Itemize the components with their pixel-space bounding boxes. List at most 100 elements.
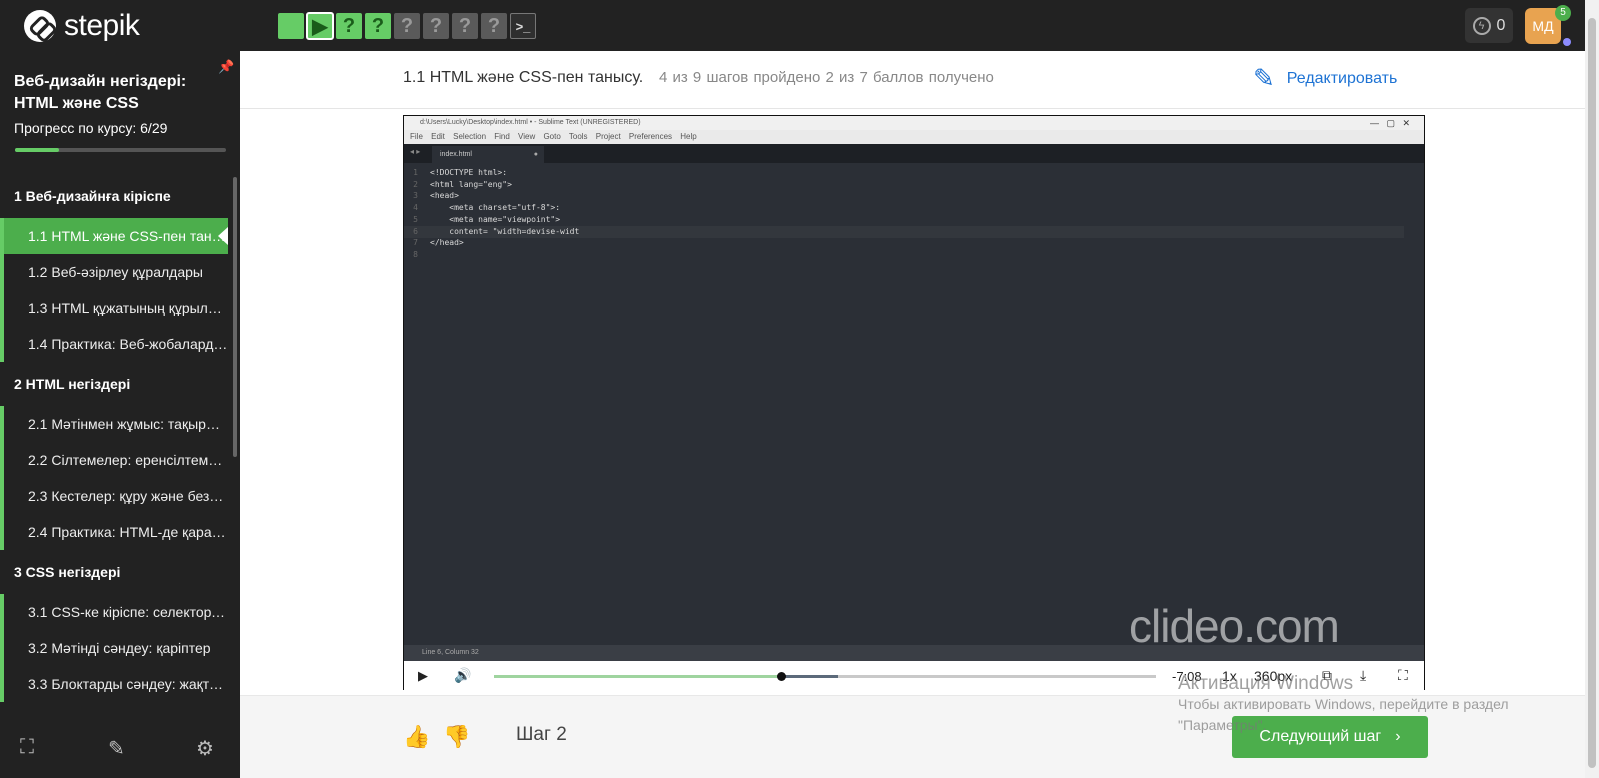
video-watermark: clideo.com [1129, 600, 1340, 652]
code-line: 4 <meta charset="utf-8">: [404, 202, 1404, 214]
toc-item[interactable]: 3.3 Блоктарды сәндеу: жақтаулар [0, 666, 228, 702]
code-line-number: 8 [413, 249, 418, 259]
video-editor-menubar: File Edit Selection Find View Goto Tools… [404, 130, 1424, 144]
stepik-logo-icon [24, 10, 56, 42]
code-line: 6 content= "width=devise-widt [404, 225, 1404, 238]
step-7-quiz[interactable]: ? [452, 13, 478, 39]
code-line-number: 3 [413, 191, 418, 201]
toc-item[interactable]: 3.2 Мәтінді сәндеу: қаріптер [0, 630, 228, 666]
code-line-text: <html lang="eng"> [430, 179, 512, 189]
volume-icon[interactable]: 🔊 [454, 667, 471, 684]
sidebar-toolbar: ⛶ ✎ ⚙ [0, 716, 240, 778]
lesson-header: 1.1 HTML және CSS-пен танысу. 4 из 9 шаг… [240, 51, 1585, 109]
tab-arrows-icon: ◂ ▸ [410, 147, 421, 156]
like-icon[interactable]: 👍 [403, 724, 430, 750]
code-line-number: 6 [413, 226, 418, 236]
toc-item[interactable]: 2.1 Мәтінмен жұмыс: тақырыптар [0, 406, 228, 442]
page-scrollbar-thumb[interactable] [1588, 18, 1596, 768]
code-line-number: 4 [413, 203, 418, 213]
code-line-number: 5 [413, 214, 418, 224]
video-editor-titlebar: d:\Users\Lucky\Desktop\index.html • - Su… [404, 116, 1424, 130]
video-editor-title: d:\Users\Lucky\Desktop\index.html • - Su… [420, 119, 641, 126]
course-sidebar: Веб-дизайн негіздері: HTML және CSS 📌 Пр… [0, 51, 240, 778]
code-line: 5 <meta name="viewpoint"> [404, 214, 1404, 226]
pin-icon[interactable]: 📌 [218, 59, 234, 75]
pencil-icon[interactable]: ✎ [108, 736, 125, 761]
toc-item[interactable]: 1.1 HTML және CSS-пен танысу [0, 218, 228, 254]
course-title[interactable]: Веб-дизайн негіздері: HTML және CSS [14, 71, 214, 115]
play-icon[interactable]: ▶ [418, 668, 428, 684]
video-code-area: 1 <!DOCTYPE html>: 2 <html lang="eng"> 3 <hea… [404, 163, 1424, 655]
energy-counter[interactable]: ϟ 0 [1465, 8, 1513, 43]
step-label: Шаг 2 [516, 724, 567, 745]
lesson-steps-bar: ▶?????? >_ [278, 12, 536, 40]
toc-item[interactable]: 3.1 CSS-ке кіріспе: селекторлар [0, 594, 228, 630]
toc-section[interactable]: 2 HTML негіздері [0, 366, 232, 402]
toc-item[interactable]: 2.2 Сілтемелер: еренсілтемелер [0, 442, 228, 478]
course-progress-fill [15, 148, 59, 152]
code-line: 1 <!DOCTYPE html>: [404, 167, 1404, 179]
code-line-text: <meta charset="utf-8">: [430, 203, 561, 213]
code-line-number: 1 [413, 168, 418, 177]
video-editor-tab-label: index.html [440, 151, 472, 158]
lesson-progress-meta: 4 из 9 шагов пройдено 2 из 7 баллов полу… [659, 69, 994, 86]
toc-item[interactable]: 1.4 Практика: Веб-жобаларды құру [0, 326, 228, 362]
status-dot [1563, 38, 1571, 46]
watermark-line-3: "Параметры". [1178, 717, 1267, 733]
edit-pencil-icon: ✎ [1253, 63, 1275, 93]
code-line-text: content= "width=devise-widt [430, 226, 580, 236]
gear-icon[interactable]: ⚙ [196, 736, 214, 761]
fullscreen-icon[interactable]: ⛶ [20, 736, 34, 759]
step-5-quiz[interactable]: ? [394, 13, 420, 39]
code-line-text: </head> [430, 238, 464, 248]
page-scrollbar[interactable] [1585, 0, 1599, 778]
course-toc: 1 Веб-дизайнға кіріспе 1.1 HTML және CSS-… [0, 174, 232, 719]
step-1-theory[interactable] [278, 13, 304, 39]
toc-item[interactable]: 1.2 Веб-әзірлеу құралдары [0, 254, 228, 290]
toc-item[interactable]: 2.4 Практика: HTML-де қарапайым бет [0, 514, 228, 550]
video-seek-bar[interactable] [494, 672, 1156, 681]
step-8-quiz[interactable]: ? [481, 13, 507, 39]
top-bar: stepik ▶?????? >_ ϟ 0 МД 5 [0, 0, 1599, 51]
code-line-number: 2 [413, 179, 418, 189]
watermark-line-2: Чтобы активировать Windows, перейдите в … [1178, 696, 1509, 712]
step-2-video[interactable]: ▶ [306, 12, 334, 40]
step-6-quiz[interactable]: ? [423, 13, 449, 39]
course-progress-label: Прогресс по курсу: 6/29 [14, 120, 168, 136]
code-line-text: <!DOCTYPE html>: [430, 168, 508, 177]
step-3-quiz[interactable]: ? [336, 13, 362, 39]
watermark-line-1: Активация Windows [1178, 673, 1354, 694]
sidebar-scrollbar[interactable] [233, 177, 237, 457]
windows-activation-watermark: Активация Windows Чтобы активировать Win… [1178, 673, 1509, 736]
code-line: 3 <head> [404, 190, 1404, 202]
edit-link[interactable]: ✎ Редактировать [1253, 63, 1397, 94]
seek-handle[interactable] [777, 672, 787, 681]
stepik-logo[interactable]: stepik [24, 9, 140, 43]
brand-name: stepik [64, 9, 140, 42]
code-line-text: <head> [430, 191, 459, 201]
toc-item[interactable]: 2.3 Кестелер: құру және безендіру [0, 478, 228, 514]
dislike-icon[interactable]: 👎 [443, 724, 470, 750]
step-9-code[interactable]: >_ [510, 13, 536, 39]
code-line: 7 </head> [404, 237, 1404, 249]
course-progress-bar [15, 148, 226, 152]
code-line-number: 7 [413, 238, 418, 248]
lightning-icon: ϟ [1472, 16, 1491, 35]
notification-badge: 5 [1555, 5, 1571, 21]
video-editor-tab: index.html ● [432, 146, 544, 163]
step-4-quiz[interactable]: ? [365, 13, 391, 39]
video-player[interactable]: d:\Users\Lucky\Desktop\index.html • - Su… [403, 115, 1425, 691]
seek-played [494, 675, 782, 678]
edit-label: Редактировать [1286, 69, 1398, 87]
energy-value: 0 [1496, 16, 1506, 34]
window-controls-icon: — ▢ ✕ [1369, 118, 1410, 128]
video-editor-tabbar: ◂ ▸ index.html ● [404, 144, 1424, 163]
toc-section[interactable]: 3 CSS негіздері [0, 554, 232, 590]
lesson-title: 1.1 HTML және CSS-пен танысу. [403, 69, 644, 86]
toc-section[interactable]: 1 Веб-дизайнға кіріспе [0, 178, 232, 214]
toc-item[interactable]: 1.3 HTML құжатының құрылымы [0, 290, 228, 326]
code-line: 8 [404, 249, 1404, 261]
code-line: 2 <html lang="eng"> [404, 179, 1404, 191]
tab-close-icon: ● [533, 151, 538, 158]
code-line-text: <meta name="viewpoint"> [430, 214, 561, 224]
